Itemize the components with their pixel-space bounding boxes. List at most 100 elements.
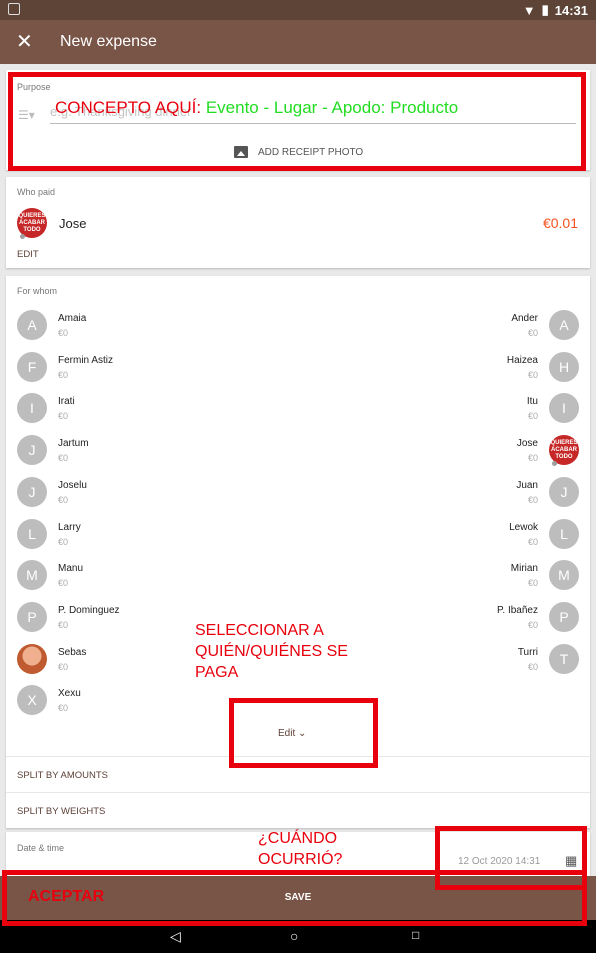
participant-amount: €0	[58, 369, 69, 380]
participant-amount: €0	[58, 578, 69, 589]
date-time-label: Date & time	[17, 843, 65, 853]
participant-avatar: J	[17, 476, 47, 507]
participant-avatar: A	[17, 310, 47, 340]
participant-amount: €0	[527, 578, 538, 589]
close-icon[interactable]: ✕	[16, 29, 33, 54]
participant-amount: €0	[527, 411, 538, 422]
participant-name: P. Dominguez	[58, 604, 120, 616]
participant-row[interactable]: F Fermin Astiz €0	[6, 351, 286, 388]
purpose-annotation-format: Evento - Lugar - Apodo: Producto	[205, 98, 459, 117]
payer-avatar-logo: QUIERES ACABAR TODO	[18, 212, 46, 233]
participant-row[interactable]: M Mirian €0	[310, 560, 590, 596]
battery-icon: ▮	[541, 2, 549, 17]
participant-name: Sebas	[58, 646, 87, 658]
participant-name: Mirian	[510, 563, 538, 575]
participant-name: Irati	[58, 396, 75, 408]
participant-avatar: J	[17, 435, 47, 466]
participant-name: Larry	[58, 521, 81, 533]
participant-amount: €0	[58, 619, 69, 630]
participant-amount: €0	[527, 453, 538, 464]
participant-avatar: QUIERES ACABAR TODO	[549, 435, 579, 467]
participant-amount: €0	[527, 328, 538, 338]
participant-avatar: J	[549, 476, 579, 507]
participant-amount: €0	[58, 661, 69, 672]
participant-avatar: F	[17, 351, 47, 382]
when-annotation: ¿CUÁNDO OCURRIÓ?	[258, 830, 343, 868]
who-paid-label: Who paid	[17, 187, 56, 197]
participant-avatar: X	[17, 685, 47, 716]
participant-name: Manu	[58, 563, 84, 575]
participant-avatar: L	[549, 518, 579, 549]
participant-avatar: M	[17, 560, 47, 591]
recents-icon[interactable]: □	[412, 928, 419, 942]
purpose-annotation: CONCEPTO AQUÍ: Evento - Lugar - Apodo: P…	[55, 97, 458, 118]
participant-amount: €0	[527, 536, 538, 547]
participant-row[interactable]: L Larry €0	[6, 518, 286, 555]
who-paid-card: Who paid QUIERES ACABAR TODO Jose €0.01 …	[6, 177, 590, 268]
payer-amount[interactable]: €0.01	[543, 215, 578, 231]
accept-annotation: ACEPTAR	[28, 888, 105, 905]
participant-avatar: M	[549, 560, 579, 591]
status-dot	[552, 461, 557, 467]
participant-name: Haizea	[506, 354, 538, 366]
status-bar: ▼ ▮ 14:31	[0, 0, 596, 20]
participant-amount: €0	[527, 369, 538, 380]
participant-name: Juan	[516, 479, 538, 491]
participant-name: Itu	[526, 396, 538, 408]
status-dot	[20, 234, 25, 239]
split-by-weights-button[interactable]: SPLIT BY WEIGHTS	[6, 792, 590, 828]
participant-name: Ander	[511, 313, 538, 324]
participant-name: Joselu	[58, 479, 87, 491]
participant-amount: €0	[58, 494, 69, 505]
payer-avatar: QUIERES ACABAR TODO	[17, 208, 47, 239]
participant-row[interactable]: QUIERES ACABAR TODO Jose €0	[310, 435, 590, 471]
participant-name: Jose	[516, 438, 538, 450]
participant-row[interactable]: J Joselu €0	[6, 476, 286, 513]
back-icon[interactable]: ◁	[170, 928, 181, 945]
edit-annotation-box	[229, 698, 378, 768]
participant-avatar: I	[17, 393, 47, 424]
participant-name: P. Ibañez	[497, 604, 538, 616]
participant-amount: €0	[58, 453, 69, 464]
participant-name: Lewok	[509, 521, 538, 533]
select-annotation: SELECCIONAR A QUIÉN/QUIÉNES SE PAGA	[195, 622, 348, 681]
participant-amount: €0	[58, 536, 69, 547]
participant-avatar: I	[549, 393, 579, 424]
participant-name: Jartum	[58, 438, 89, 450]
image-notification-icon	[8, 3, 20, 15]
status-time: 14:31	[554, 2, 588, 18]
participant-name: Amaia	[58, 313, 87, 324]
participant-row[interactable]: I Irati €0	[6, 393, 286, 429]
participant-name: Turri	[517, 646, 538, 658]
participant-row[interactable]: T Turri €0	[310, 643, 590, 680]
participant-name: Fermin Astiz	[58, 354, 114, 366]
participant-amount: €0	[527, 619, 538, 630]
participant-avatar: A	[549, 310, 579, 340]
participant-avatar	[17, 643, 47, 674]
app-toolbar: ✕ New expense	[0, 20, 596, 64]
status-bar-right: ▼ ▮ 14:31	[523, 2, 588, 18]
participant-row[interactable]: A Ander €0	[310, 310, 590, 346]
for-whom-label: For whom	[17, 286, 58, 296]
participant-row[interactable]: H Haizea €0	[310, 351, 590, 388]
participant-amount: €0	[58, 328, 69, 338]
participant-row[interactable]: J Jartum €0	[6, 435, 286, 471]
wifi-icon: ▼	[522, 2, 536, 18]
participant-row[interactable]: J Juan €0	[310, 476, 590, 513]
participant-amount: €0	[58, 411, 69, 422]
participant-row[interactable]: M Manu €0	[6, 560, 286, 596]
participant-avatar: L	[17, 518, 47, 549]
participant-amount: €0	[527, 494, 538, 505]
participant-row[interactable]: P P. Ibañez €0	[310, 601, 590, 638]
participant-row[interactable]: L Lewok €0	[310, 518, 590, 555]
participant-row[interactable]: I Itu €0	[310, 393, 590, 429]
home-icon[interactable]: ○	[290, 928, 298, 944]
participant-avatar: P	[17, 601, 47, 632]
edit-payer-button[interactable]: EDIT	[17, 249, 39, 260]
participant-name: Xexu	[58, 688, 81, 700]
participant-amount: €0	[58, 703, 69, 714]
participant-amount: €0	[527, 661, 538, 672]
payer-name: Jose	[59, 216, 87, 231]
purpose-annotation-box	[8, 72, 586, 171]
participant-row[interactable]: A Amaia €0	[6, 310, 286, 346]
